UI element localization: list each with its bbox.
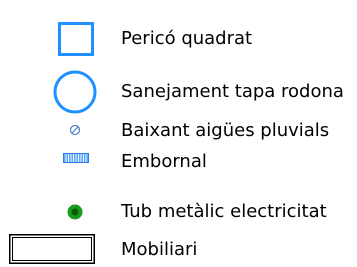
legend-item-perico-quadrat: Pericó quadrat — [0, 22, 357, 56]
legend-label: Sanejament tapa rodona — [121, 81, 344, 102]
legend-label: Baixant aigües pluvials — [121, 120, 330, 141]
legend-item-baixant-aigues-pluvials: Baixant aigües pluvials — [0, 120, 357, 142]
green-dot-icon — [66, 203, 84, 221]
legend-label: Tub metàlic electricitat — [121, 201, 327, 222]
grate-icon — [63, 153, 89, 163]
legend-label: Embornal — [121, 151, 207, 172]
legend-label: Mobiliari — [121, 239, 198, 260]
rectangle-outline-icon — [9, 234, 95, 264]
blue-circle-outline-icon — [53, 70, 97, 114]
legend-item-embornal: Embornal — [0, 151, 357, 173]
legend-item-sanejament-tapa-rodona: Sanejament tapa rodona — [0, 70, 357, 114]
small-slashed-circle-icon — [69, 124, 81, 136]
blue-square-outline-icon — [58, 22, 94, 56]
legend-item-tub-metalic-electricitat: Tub metàlic electricitat — [0, 201, 357, 223]
legend-item-mobiliari: Mobiliari — [0, 234, 357, 264]
legend-label: Pericó quadrat — [121, 28, 253, 49]
